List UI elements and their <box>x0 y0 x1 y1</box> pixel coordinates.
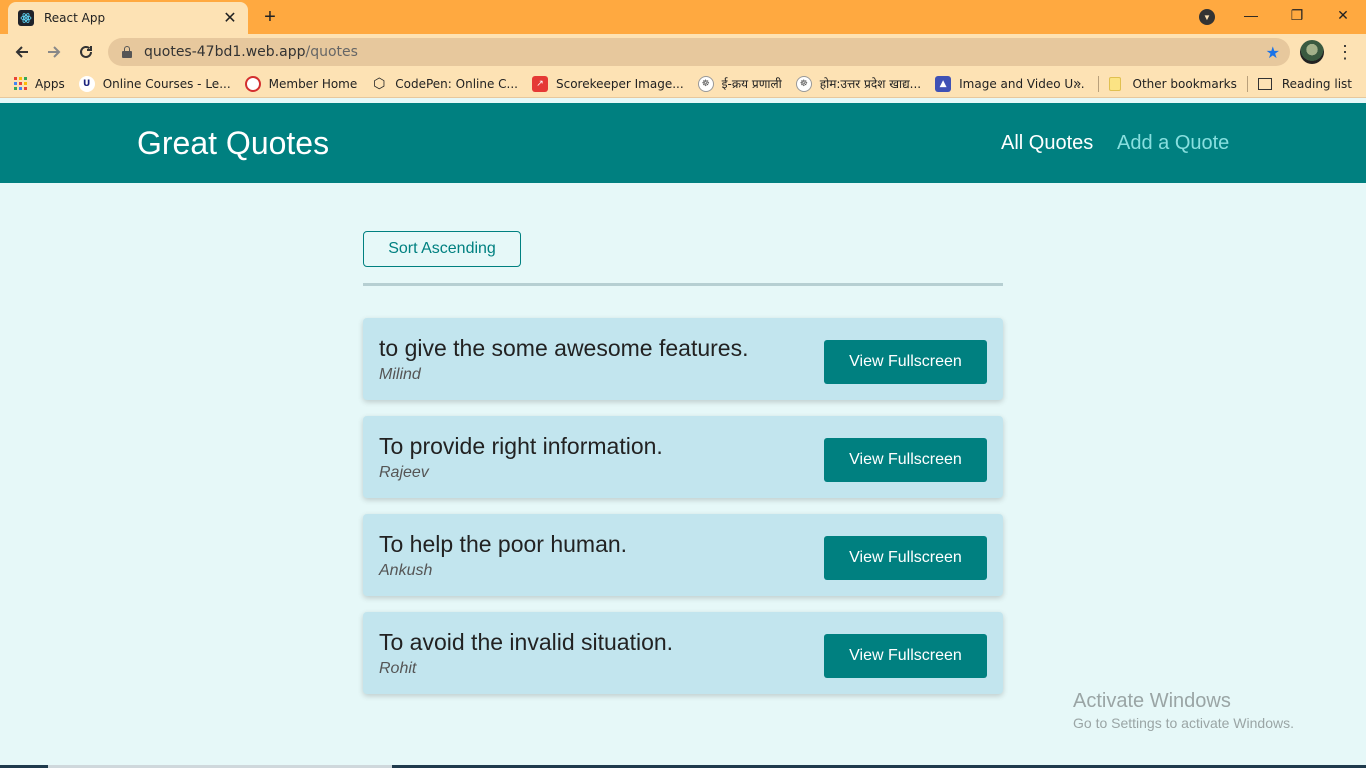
lock-icon <box>122 46 132 58</box>
bookmark-online-courses[interactable]: U Online Courses - Le... <box>78 75 231 92</box>
profile-avatar[interactable] <box>1300 40 1324 64</box>
quote-card: To avoid the invalid situation. Rohit Vi… <box>363 612 1003 694</box>
nav-all-quotes[interactable]: All Quotes <box>1001 132 1093 155</box>
quote-author: Milind <box>379 366 421 383</box>
bookmark-image-video[interactable]: ▲ Image and Video U... <box>935 75 1085 92</box>
bookmark-up-food[interactable]: ☸ होम:उत्तर प्रदेश खाद्य... <box>795 75 921 92</box>
window-controls: — ❐ ✕ <box>1228 0 1366 30</box>
browser-menu-icon[interactable]: ⋮ <box>1336 40 1354 64</box>
emblem-icon: ☸ <box>795 75 812 92</box>
bookmark-codepen[interactable]: ⬡ CodePen: Online C... <box>371 76 518 92</box>
url-text: quotes-47bd1.web.app/quotes <box>144 44 358 60</box>
view-fullscreen-button[interactable]: View Fullscreen <box>824 634 987 678</box>
nav-add-quote[interactable]: Add a Quote <box>1117 132 1229 155</box>
view-fullscreen-button[interactable]: View Fullscreen <box>824 340 987 384</box>
restore-button[interactable]: ❐ <box>1274 0 1320 30</box>
reading-list-button[interactable]: Reading list <box>1257 77 1352 91</box>
bookmark-member-home[interactable]: Member Home <box>244 75 357 92</box>
bookmark-scorekeeper[interactable]: ↗ Scorekeeper Image... <box>531 75 684 92</box>
minimize-button[interactable]: — <box>1228 0 1274 30</box>
image-video-icon: ▲ <box>935 75 952 92</box>
tab-search-icon[interactable]: ▼ <box>1199 9 1215 25</box>
back-arrow-icon[interactable] <box>10 40 34 64</box>
activate-windows-title: Activate Windows <box>1073 690 1231 712</box>
quote-text: To provide right information. <box>379 433 663 459</box>
sort-divider <box>363 283 1003 286</box>
app-header: Great Quotes All Quotes Add a Quote <box>0 103 1366 183</box>
react-icon <box>18 10 34 26</box>
more-bookmarks-button[interactable]: » <box>1073 76 1082 92</box>
quote-author: Ankush <box>379 562 433 579</box>
member-icon <box>244 75 261 92</box>
bookmark-ekray[interactable]: ☸ ई-क्रय प्रणाली <box>697 75 782 92</box>
quote-list: to give the some awesome features. Milin… <box>363 318 1003 710</box>
view-fullscreen-button[interactable]: View Fullscreen <box>824 536 987 580</box>
reload-icon[interactable] <box>74 40 98 64</box>
bookmark-apps[interactable]: Apps <box>14 77 65 91</box>
quote-author: Rajeev <box>379 464 429 481</box>
folder-icon <box>1108 77 1121 91</box>
forward-arrow-icon[interactable] <box>42 40 66 64</box>
quote-card: to give the some awesome features. Milin… <box>363 318 1003 400</box>
activate-windows-subtitle: Go to Settings to activate Windows. <box>1073 715 1294 731</box>
new-tab-button[interactable]: + <box>259 6 281 28</box>
codepen-icon: ⬡ <box>373 75 386 92</box>
app-logo-title[interactable]: Great Quotes <box>137 125 329 162</box>
other-bookmarks-folder[interactable]: Other bookmarks <box>1108 77 1237 91</box>
courses-icon: U <box>78 75 95 92</box>
quote-text: to give the some awesome features. <box>379 335 749 361</box>
bookmarks-bar: Apps U Online Courses - Le... Member Hom… <box>0 70 1366 98</box>
bookmark-separator <box>1097 76 1099 92</box>
browser-tab-bar: React App ✕ + ▼ — ❐ ✕ <box>0 0 1366 34</box>
address-bar[interactable]: quotes-47bd1.web.app/quotes ★ <box>108 38 1290 66</box>
apps-grid-icon <box>14 77 27 90</box>
reading-list-icon <box>1257 78 1272 90</box>
quote-author: Rohit <box>379 660 417 677</box>
tab-title: React App <box>44 11 106 25</box>
browser-tab[interactable]: React App ✕ <box>8 2 248 34</box>
quote-card: To help the poor human. Ankush View Full… <box>363 514 1003 596</box>
quote-card: To provide right information. Rajeev Vie… <box>363 416 1003 498</box>
browser-toolbar: quotes-47bd1.web.app/quotes ★ ⋮ <box>0 34 1366 70</box>
emblem-icon: ☸ <box>697 75 714 92</box>
quote-text: To avoid the invalid situation. <box>379 629 674 655</box>
view-fullscreen-button[interactable]: View Fullscreen <box>824 438 987 482</box>
close-tab-icon[interactable]: ✕ <box>222 8 238 28</box>
quote-text: To help the poor human. <box>379 531 628 557</box>
sort-ascending-button[interactable]: Sort Ascending <box>363 231 521 267</box>
bookmarks-right: » Other bookmarks Reading list <box>1073 70 1366 98</box>
bookmark-separator <box>1246 76 1248 92</box>
bookmark-star-icon[interactable]: ★ <box>1266 43 1280 63</box>
close-window-button[interactable]: ✕ <box>1320 0 1366 30</box>
scorekeeper-icon: ↗ <box>531 75 548 92</box>
